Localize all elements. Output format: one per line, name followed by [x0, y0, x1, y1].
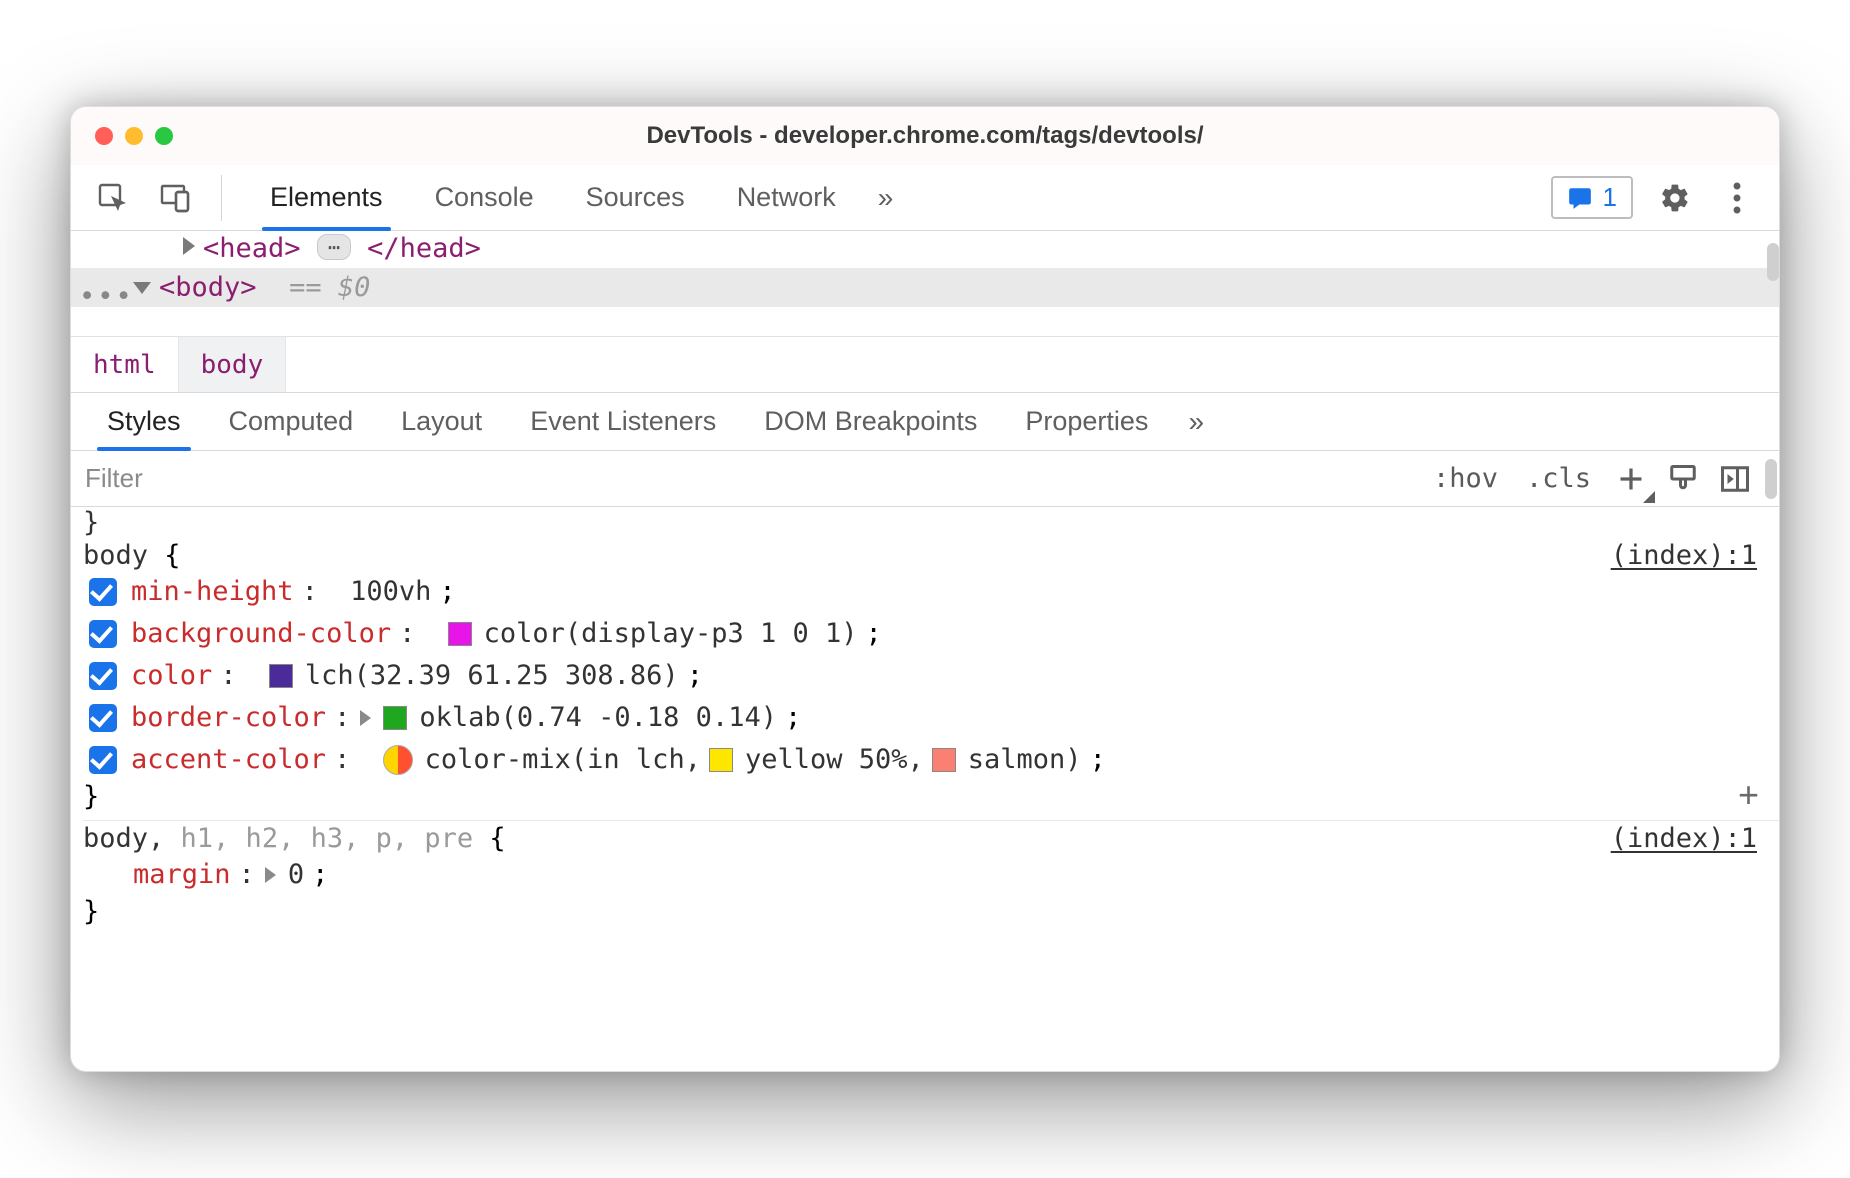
style-rule-body: body { (index):1 min-height: 100vh; back… — [83, 538, 1779, 821]
subtab-properties[interactable]: Properties — [1001, 393, 1172, 450]
zoom-window-button[interactable] — [155, 127, 173, 145]
dom-node-body-selected[interactable]: <body> == $0 — [71, 268, 1779, 307]
declaration-min-height[interactable]: min-height: 100vh; — [83, 571, 1779, 613]
dom-tree[interactable]: <head> ⋯ </head> ••• <body> == $0 — [71, 231, 1779, 337]
declaration-color[interactable]: color: lch(32.39 61.25 308.86); — [83, 655, 1779, 697]
dom-row-actions-icon[interactable]: ••• — [79, 281, 134, 312]
issues-count: 1 — [1603, 182, 1617, 213]
tab-elements[interactable]: Elements — [244, 165, 409, 230]
computed-sidebar-toggle-icon[interactable] — [1713, 457, 1757, 501]
tab-network[interactable]: Network — [711, 165, 862, 230]
styles-scrollbar[interactable] — [1765, 459, 1777, 499]
cls-toggle-button[interactable]: .cls — [1512, 463, 1605, 494]
styles-pane[interactable]: } body { (index):1 min-height: 100vh; ba… — [71, 507, 1779, 1071]
rule-source-link[interactable]: (index):1 — [1611, 540, 1757, 571]
rule-brace-close: } — [83, 896, 1779, 927]
kebab-menu-icon[interactable] — [1717, 178, 1757, 218]
color-swatch-icon[interactable] — [269, 664, 293, 688]
color-swatch-icon[interactable] — [383, 706, 407, 730]
declaration-toggle-checkbox[interactable] — [89, 704, 117, 732]
color-mix-swatch-icon[interactable] — [383, 745, 413, 775]
dom-breadcrumb: html body — [71, 337, 1779, 393]
new-style-rule-button[interactable] — [1609, 457, 1653, 501]
window-titlebar: DevTools - developer.chrome.com/tags/dev… — [71, 107, 1779, 165]
declaration-accent-color[interactable]: accent-color: color-mix(in lch, yellow 5… — [83, 739, 1779, 781]
tab-sources[interactable]: Sources — [560, 165, 711, 230]
style-rule-body-group: body, h1, h2, h3, p, pre { (index):1 mar… — [83, 821, 1779, 935]
subtab-computed[interactable]: Computed — [205, 393, 378, 450]
toolbar-divider — [221, 175, 222, 221]
more-subtabs-button[interactable]: » — [1172, 393, 1220, 450]
paint-brush-icon[interactable] — [1661, 457, 1705, 501]
panel-tabs: Elements Console Sources Network » — [244, 165, 909, 230]
dom-scrollbar[interactable] — [1767, 243, 1779, 281]
device-toolbar-icon[interactable] — [155, 178, 195, 218]
declaration-border-color[interactable]: border-color: oklab(0.74 -0.18 0.14); — [83, 697, 1779, 739]
rule-source-link[interactable]: (index):1 — [1611, 823, 1757, 854]
color-swatch-icon[interactable] — [709, 748, 733, 772]
subtab-event-listeners[interactable]: Event Listeners — [506, 393, 740, 450]
subtab-dom-breakpoints[interactable]: DOM Breakpoints — [740, 393, 1001, 450]
close-window-button[interactable] — [95, 127, 113, 145]
rule-selector[interactable]: body { — [83, 540, 181, 571]
traffic-lights — [95, 127, 173, 145]
color-swatch-icon[interactable] — [448, 622, 472, 646]
main-toolbar: Elements Console Sources Network » 1 — [71, 165, 1779, 231]
issues-counter-button[interactable]: 1 — [1551, 176, 1633, 219]
styles-filter-row: :hov .cls — [71, 451, 1779, 507]
subtab-layout[interactable]: Layout — [377, 393, 506, 450]
window-title: DevTools - developer.chrome.com/tags/dev… — [71, 122, 1779, 150]
styles-filter-input[interactable] — [71, 451, 1419, 506]
rule-brace-close: } — [83, 507, 1779, 538]
declaration-toggle-checkbox[interactable] — [89, 746, 117, 774]
rule-brace-close: } — [83, 781, 1779, 812]
subtab-styles[interactable]: Styles — [83, 393, 205, 450]
more-tabs-button[interactable]: » — [862, 165, 910, 230]
tab-console[interactable]: Console — [409, 165, 560, 230]
insert-style-rule-button[interactable]: + — [1738, 774, 1759, 816]
declaration-toggle-checkbox[interactable] — [89, 662, 117, 690]
declaration-toggle-checkbox[interactable] — [89, 620, 117, 648]
settings-gear-icon[interactable] — [1655, 178, 1695, 218]
dom-node-head[interactable]: <head> ⋯ </head> — [71, 231, 1779, 268]
color-swatch-icon[interactable] — [932, 748, 956, 772]
expand-shorthand-icon[interactable] — [265, 867, 276, 883]
minimize-window-button[interactable] — [125, 127, 143, 145]
breadcrumb-body[interactable]: body — [179, 337, 287, 392]
inspect-element-icon[interactable] — [93, 178, 133, 218]
devtools-window: DevTools - developer.chrome.com/tags/dev… — [70, 106, 1780, 1072]
declaration-margin[interactable]: margin: 0; — [83, 854, 1779, 896]
rule-selector[interactable]: body, h1, h2, h3, p, pre { — [83, 823, 506, 854]
styles-panel-tabs: Styles Computed Layout Event Listeners D… — [71, 393, 1779, 451]
hov-toggle-button[interactable]: :hov — [1419, 463, 1512, 494]
declaration-toggle-checkbox[interactable] — [89, 578, 117, 606]
expand-shorthand-icon[interactable] — [360, 710, 371, 726]
declaration-background-color[interactable]: background-color: color(display-p3 1 0 1… — [83, 613, 1779, 655]
breadcrumb-html[interactable]: html — [71, 337, 179, 392]
